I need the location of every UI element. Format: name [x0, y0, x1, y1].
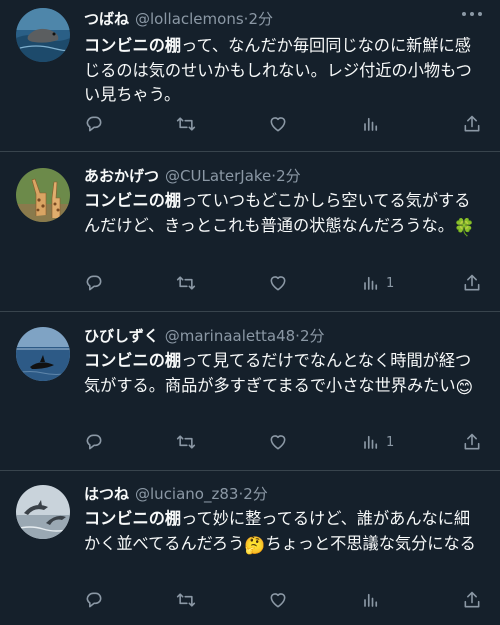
- tweet-emphasis: コンビニの棚: [84, 36, 182, 55]
- retweet-button[interactable]: [175, 589, 197, 611]
- share-button[interactable]: [462, 272, 482, 294]
- like-icon: [270, 276, 286, 291]
- user-handle[interactable]: @marinaaletta48: [165, 327, 295, 345]
- timestamp[interactable]: 2分: [300, 327, 325, 345]
- like-button[interactable]: [268, 272, 288, 294]
- timestamp[interactable]: 2分: [248, 10, 273, 28]
- user-handle[interactable]: @lollaclemons: [135, 10, 244, 28]
- display-name[interactable]: つばね: [84, 10, 129, 28]
- views-icon: [364, 593, 378, 607]
- views-icon: [364, 276, 378, 290]
- tweet-card[interactable]: つばね @lollaclemons·2分 コンビニの棚って、なんだか毎回同じなのに…: [0, 0, 500, 152]
- reply-icon: [86, 434, 102, 450]
- reply-button[interactable]: [84, 431, 104, 453]
- avatar[interactable]: [16, 8, 70, 62]
- tweet-card[interactable]: ひびしずく @marinaaletta48·2分 コンビニの棚って見てるだけでなん…: [0, 312, 500, 471]
- views-icon: [364, 435, 378, 449]
- share-button[interactable]: [462, 589, 482, 611]
- tweet-text: コンビニの棚って妙に整ってるけど、誰があんなに細かく並べてるんだろう🤔ちょっと不…: [84, 507, 479, 556]
- share-icon: [464, 591, 480, 608]
- share-icon: [464, 433, 480, 450]
- retweet-icon: [176, 593, 196, 607]
- tweet-header: ひびしずく @marinaaletta48·2分: [84, 324, 450, 348]
- views-button[interactable]: [362, 589, 386, 611]
- tweet-header: つばね @lollaclemons·2分: [84, 7, 450, 31]
- display-name[interactable]: はつね: [84, 485, 129, 503]
- share-icon: [464, 274, 480, 291]
- reply-button[interactable]: [84, 272, 104, 294]
- tweet-header: あおかげつ @CULaterJake·2分: [84, 164, 450, 188]
- like-button[interactable]: [268, 113, 288, 135]
- timeline-feed: つばね @lollaclemons·2分 コンビニの棚って、なんだか毎回同じなのに…: [0, 0, 500, 625]
- tweet-emphasis: コンビニの棚: [84, 509, 182, 528]
- avatar[interactable]: [16, 485, 70, 539]
- retweet-icon: [176, 117, 196, 131]
- tweet-text: コンビニの棚って、なんだか毎回同じなのに新鮮に感じるのは気のせいかもしれない。レ…: [84, 34, 479, 108]
- display-name[interactable]: あおかげつ: [84, 167, 159, 185]
- avatar[interactable]: [16, 327, 70, 381]
- share-icon: [464, 115, 480, 132]
- views-count: 1: [386, 275, 395, 291]
- avatar[interactable]: [16, 168, 70, 222]
- like-button[interactable]: [268, 431, 288, 453]
- retweet-button[interactable]: [175, 431, 197, 453]
- clover-emoji: 🍀: [453, 217, 476, 238]
- smile-emoji: 😊: [455, 377, 474, 398]
- views-icon: [364, 117, 378, 131]
- timestamp[interactable]: 2分: [243, 485, 268, 503]
- tweet-actions: [84, 589, 484, 611]
- tweet-emphasis: コンビニの棚: [84, 191, 182, 210]
- reply-icon: [86, 592, 102, 608]
- retweet-button[interactable]: [175, 113, 197, 135]
- retweet-button[interactable]: [175, 272, 197, 294]
- reply-button[interactable]: [84, 589, 104, 611]
- retweet-icon: [176, 435, 196, 449]
- like-icon: [270, 117, 286, 132]
- user-handle[interactable]: @luciano_z83: [135, 485, 238, 503]
- timestamp[interactable]: 2分: [276, 167, 301, 185]
- reply-button[interactable]: [84, 113, 104, 135]
- tweet-text: コンビニの棚っていつもどこかしら空いてる気がするんだけど、きっとこれも普通の状態…: [84, 189, 479, 238]
- share-button[interactable]: [462, 431, 482, 453]
- user-handle[interactable]: @CULaterJake: [165, 167, 271, 185]
- thinking-emoji: 🤔: [244, 535, 266, 556]
- views-count: 1: [386, 434, 395, 450]
- reply-icon: [86, 116, 102, 132]
- views-button[interactable]: 1: [362, 272, 394, 294]
- display-name[interactable]: ひびしずく: [84, 327, 159, 345]
- more-icon[interactable]: [462, 12, 482, 18]
- tweet-actions: [84, 113, 484, 135]
- like-icon: [270, 435, 286, 450]
- tweet-body-continued: ちょっと不思議な気分になる: [265, 533, 476, 553]
- like-button[interactable]: [268, 589, 288, 611]
- reply-icon: [86, 275, 102, 291]
- tweet-card[interactable]: あおかげつ @CULaterJake·2分 コンビニの棚っていつもどこかしら空いて…: [0, 152, 500, 312]
- tweet-text: コンビニの棚って見てるだけでなんとなく時間が経つ気がする。商品が多すぎてまるで小…: [84, 349, 479, 398]
- tweet-emphasis: コンビニの棚: [84, 351, 182, 370]
- tweet-actions: 1: [84, 272, 484, 294]
- share-button[interactable]: [462, 113, 482, 135]
- views-button[interactable]: [362, 113, 386, 135]
- tweet-card[interactable]: はつね @luciano_z83·2分 コンビニの棚って妙に整ってるけど、誰があん…: [0, 471, 500, 625]
- views-button[interactable]: 1: [362, 431, 394, 453]
- like-icon: [270, 593, 286, 608]
- tweet-header: はつね @luciano_z83·2分: [84, 482, 450, 506]
- retweet-icon: [176, 276, 196, 290]
- tweet-actions: 1: [84, 431, 484, 453]
